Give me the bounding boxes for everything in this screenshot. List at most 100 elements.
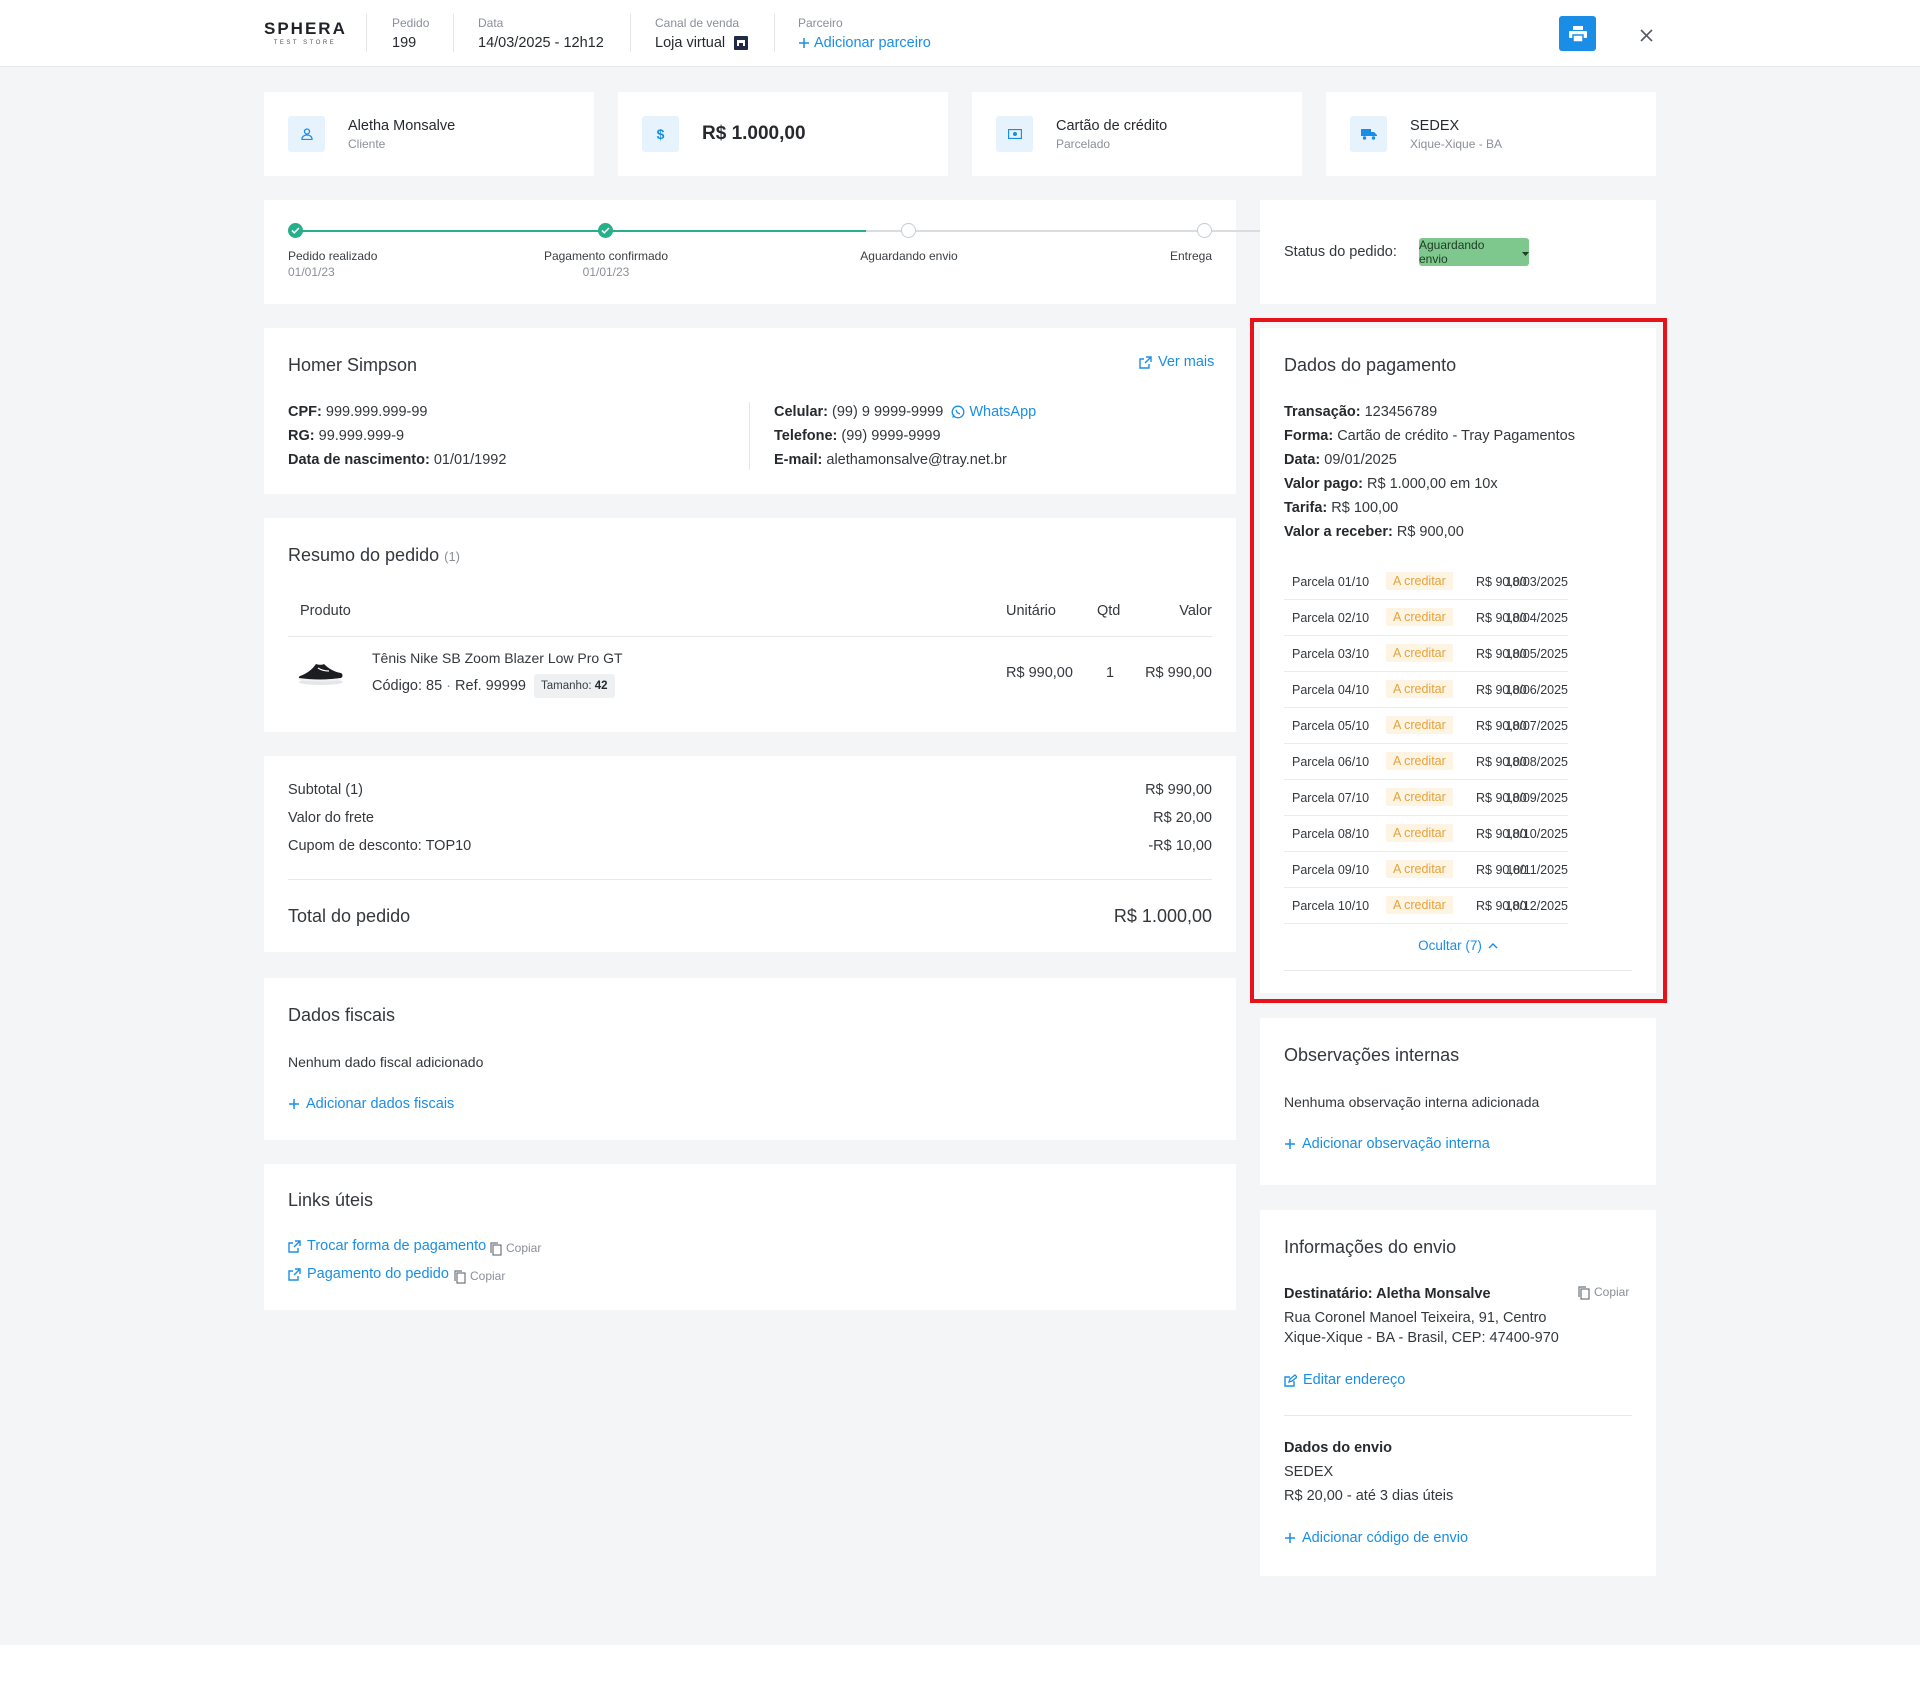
- order-totals-card: Subtotal (1) R$ 990,00 Valor do frete R$…: [264, 756, 1236, 952]
- external-link-icon: [288, 1238, 301, 1254]
- order-number-field: Pedido 199: [392, 16, 430, 51]
- cpf-row: CPF: 999.999.999-99: [288, 404, 428, 420]
- copy-icon: [454, 1269, 466, 1284]
- step-label: Aguardando envio: [860, 249, 958, 263]
- sales-channel-field: Canal de venda Loja virtual: [655, 16, 749, 53]
- payment-summary-card: Cartão de crédito Parcelado: [972, 92, 1302, 176]
- edit-address-link[interactable]: Editar endereço: [1284, 1372, 1405, 1388]
- highlight-box: [1250, 318, 1667, 1003]
- order-date-field: Data 14/03/2025 - 12h12: [478, 16, 604, 51]
- address-line-2: Xique-Xique - BA - Brasil, CEP: 47400-97…: [1284, 1330, 1559, 1346]
- external-link-icon: [1139, 354, 1152, 370]
- add-partner-link[interactable]: Adicionar parceiro: [798, 33, 931, 53]
- whatsapp-icon: [951, 405, 965, 419]
- total-summary-card: $ R$ 1.000,00: [618, 92, 948, 176]
- column-header-value: Valor: [1179, 603, 1212, 619]
- fiscal-title: Dados fiscais: [288, 1005, 396, 1025]
- customer-details-card: Homer Simpson Ver mais CPF: 999.999.999-…: [264, 328, 1236, 494]
- product-meta: Código: 85 · Ref. 99999 Tamanho: 42: [372, 674, 615, 698]
- change-payment-link[interactable]: Trocar forma de pagamento: [288, 1238, 486, 1254]
- recipient-name: Destinatário: Aletha Monsalve: [1284, 1286, 1491, 1302]
- birth-date-row: Data de nascimento: 01/01/1992: [288, 452, 507, 468]
- plus-icon: [798, 33, 810, 53]
- product-thumbnail: [296, 650, 346, 690]
- order-summary-title: Resumo do pedido: [288, 545, 440, 565]
- caret-down-icon: [1522, 245, 1529, 259]
- order-summary-card: Resumo do pedido (1) Produto Unitário Qt…: [264, 518, 1236, 732]
- progress-line-complete: [296, 230, 866, 232]
- header-divider: [453, 14, 454, 52]
- mobile-row: Celular: (99) 9 9999-9999 WhatsApp: [774, 404, 1037, 420]
- store-icon: [733, 33, 749, 53]
- phone-row: Telefone: (99) 9999-9999: [774, 428, 941, 444]
- shipping-fee-label: Valor do frete: [288, 810, 374, 826]
- customer-name-title: Homer Simpson: [288, 355, 418, 375]
- notes-empty-text: Nenhuma observação interna adicionada: [1284, 1094, 1540, 1110]
- useful-links-title: Links úteis: [288, 1190, 374, 1210]
- order-status-dropdown[interactable]: Aguardando envio: [1419, 238, 1529, 266]
- external-link-icon: [288, 1266, 301, 1282]
- copy-icon: [1578, 1285, 1590, 1300]
- plus-icon: [1284, 1530, 1296, 1546]
- shipping-divider: [1284, 1415, 1632, 1416]
- product-name: Tênis Nike SB Zoom Blazer Low Pro GT: [372, 650, 623, 666]
- order-progress-card: Pedido realizado 01/01/23 Pagamento conf…: [264, 200, 1466, 304]
- copy-address-button[interactable]: Copiar: [1578, 1285, 1629, 1300]
- header-divider: [630, 14, 631, 52]
- see-more-link[interactable]: Ver mais: [1139, 354, 1214, 370]
- order-total-label: Total do pedido: [288, 906, 411, 926]
- carrier-name: SEDEX: [1284, 1464, 1334, 1480]
- subtotal-label: Subtotal (1): [288, 782, 363, 798]
- step-label: Pedido realizado: [288, 249, 378, 263]
- shipping-summary-card: SEDEX Xique-Xique - BA: [1326, 92, 1656, 176]
- header-divider: [288, 636, 1212, 637]
- whatsapp-link[interactable]: WhatsApp: [951, 404, 1036, 420]
- header-divider: [366, 14, 367, 52]
- shipping-info-title: Informações do envio: [1284, 1237, 1457, 1257]
- add-tracking-code-link[interactable]: Adicionar código de envio: [1284, 1530, 1468, 1546]
- edit-icon: [1284, 1372, 1297, 1388]
- shipping-info-card: Informações do envio Destinatário: Aleth…: [1260, 1210, 1656, 1576]
- shipping-data-title: Dados do envio: [1284, 1440, 1392, 1456]
- step-label: Pagamento confirmado: [543, 249, 669, 263]
- money-icon: [996, 116, 1033, 152]
- fiscal-data-card: Dados fiscais Nenhum dado fiscal adicion…: [264, 978, 1236, 1140]
- product-total: R$ 990,00: [1145, 665, 1212, 681]
- useful-links-card: Links úteis Trocar forma de pagamento Co…: [264, 1164, 1236, 1310]
- plus-icon: [1284, 1136, 1296, 1152]
- plus-icon: [288, 1096, 300, 1112]
- copy-button[interactable]: Copiar: [454, 1269, 505, 1284]
- address-line-1: Rua Coronel Manoel Teixeira, 91, Centro: [1284, 1310, 1547, 1326]
- subtotal-value: R$ 990,00: [1145, 782, 1212, 798]
- truck-icon: [1350, 116, 1387, 152]
- rg-row: RG: 99.999.999-9: [288, 428, 405, 444]
- step-pending-dot: [1197, 223, 1212, 238]
- add-internal-note-link[interactable]: Adicionar observação interna: [1284, 1136, 1490, 1152]
- print-button[interactable]: [1559, 16, 1596, 51]
- order-payment-link[interactable]: Pagamento do pedido: [288, 1266, 449, 1282]
- item-count: (1): [444, 549, 461, 564]
- column-divider: [749, 402, 750, 470]
- order-total-value: R$ 1.000,00: [1113, 906, 1212, 926]
- top-header: SPHERA TEST STORE Pedido 199 Data 14/03/…: [0, 0, 1920, 67]
- step-complete-check-icon: [598, 223, 613, 238]
- copy-button[interactable]: Copiar: [490, 1241, 541, 1256]
- store-logo: SPHERA TEST STORE: [264, 19, 347, 47]
- close-button[interactable]: [1636, 24, 1656, 44]
- order-status-card: Status do pedido: Aguardando envio: [1260, 200, 1656, 304]
- column-header-qty: Qtd: [1097, 603, 1121, 619]
- email-row: E-mail: alethamonsalve@tray.net.br: [774, 452, 1007, 468]
- printer-icon: [1568, 25, 1587, 43]
- customer-summary-card[interactable]: Aletha Monsalve Cliente: [264, 92, 594, 176]
- close-icon: [1639, 26, 1653, 42]
- sales-channel-value: Loja virtual: [655, 35, 726, 51]
- step-date: 01/01/23: [288, 265, 335, 279]
- shipping-price-eta: R$ 20,00 - até 3 dias úteis: [1284, 1488, 1454, 1504]
- product-unit-price: R$ 990,00: [1006, 665, 1073, 681]
- step-date: 01/01/23: [582, 265, 630, 279]
- add-fiscal-data-link[interactable]: Adicionar dados fiscais: [288, 1096, 454, 1112]
- column-header-product: Produto: [300, 603, 351, 619]
- dollar-icon: $: [642, 116, 679, 152]
- partner-field: Parceiro Adicionar parceiro: [798, 16, 931, 53]
- coupon-label: Cupom de desconto: TOP10: [288, 838, 472, 854]
